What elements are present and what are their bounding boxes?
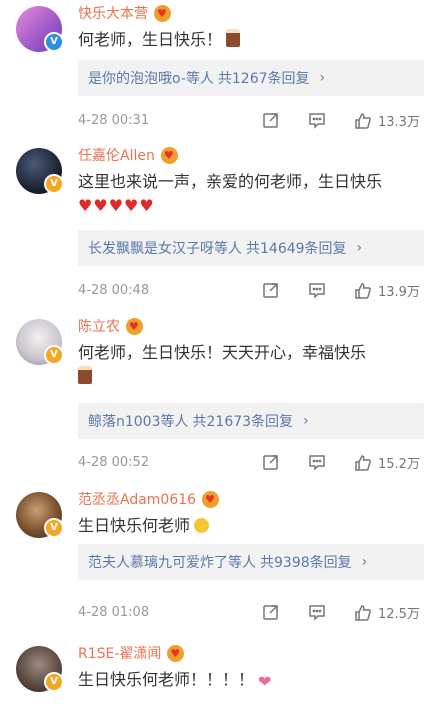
forward-icon[interactable] [262,603,280,621]
like-count: 15.2万 [378,457,420,472]
comment-feed: V 快乐大本营 何老师，生日快乐！ 是你的泡泡哦o-等人 共1267条回复 › … [0,0,440,708]
username-row: 范丞丞Adam0616 [78,488,220,510]
vip-crown-icon [167,644,185,662]
like-icon [354,454,372,472]
comment-text: 生日快乐何老师 [78,514,418,538]
chevron-right-icon: › [356,240,363,256]
comment-body: 何老师，生日快乐！ [78,30,223,49]
reply-summary[interactable]: 长发飘飘是女汉子呀等人 共14649条回复 › [78,230,424,266]
comment-item: V 范丞丞Adam0616 生日快乐何老师 范夫人慕璃九可爱炸了等人 共9398… [0,486,440,650]
verified-badge-icon: V [44,345,64,365]
comment-icon[interactable] [308,281,326,299]
like-count: 13.9万 [378,285,420,300]
verified-badge-icon: V [44,32,64,52]
username-row: R1SE-翟潇闻 [78,642,185,664]
comment-item: V R1SE-翟潇闻 生日快乐何老师！！！！❤ [0,640,440,712]
comment-icon[interactable] [308,603,326,621]
avatar[interactable]: V [16,646,64,692]
username[interactable]: 快乐大本营 [78,3,148,23]
chevron-right-icon: › [319,70,326,86]
reply-count: 共9398条回复 [260,555,352,571]
reply-summary[interactable]: 鲸落n1003等人 共21673条回复 › [78,403,424,439]
avatar[interactable]: V [16,319,64,365]
reply-count: 共21673条回复 [192,414,294,430]
vip-crown-icon [160,146,178,164]
forward-icon[interactable] [262,111,280,129]
comment-icon[interactable] [308,453,326,471]
vip-crown-icon [126,317,143,335]
vip-crown-icon [154,4,171,22]
comment-item: V 任嘉伦Allen 这里也来说一声，亲爱的何老师，生日快乐 ♥♥♥♥♥ 长发飘… [0,142,440,306]
comment-item: V 陈立农 何老师，生日快乐！天天开心，幸福快乐 鲸落n1003等人 共2167… [0,313,440,477]
heart-emoji: ❤ [258,672,272,691]
forward-icon[interactable] [262,281,280,299]
forward-icon[interactable] [262,453,280,471]
comment-meta: 4-28 01:08 12.5万 [78,602,424,623]
reply-summary[interactable]: 范夫人慕璃九可爱炸了等人 共9398条回复 › [78,544,424,580]
avatar[interactable]: V [16,148,64,194]
chevron-right-icon: › [361,554,368,570]
heart-emoji: ♥♥♥♥♥ [78,196,155,215]
laugh-emoji [194,518,210,533]
chevron-right-icon: › [303,413,309,429]
like-button[interactable]: 13.3万 [354,111,424,130]
reply-users: 是你的泡泡哦o-等人 [88,71,214,87]
username[interactable]: 范丞丞Adam0616 [78,489,196,509]
comment-meta: 4-28 00:48 13.9万 [78,280,424,301]
verified-badge-icon: V [44,672,64,692]
reply-users: 鲸落n1003等人 [88,414,189,430]
like-count: 12.5万 [378,607,420,622]
comment-item: V 快乐大本营 何老师，生日快乐！ 是你的泡泡哦o-等人 共1267条回复 › … [0,0,440,164]
comment-text: 这里也来说一声，亲爱的何老师，生日快乐 ♥♥♥♥♥ [78,170,418,218]
like-icon [354,282,372,300]
username-row: 任嘉伦Allen [78,144,178,166]
reply-count: 共1267条回复 [217,71,310,87]
verified-badge-icon: V [44,518,64,538]
username-row: 陈立农 [78,315,143,337]
vip-crown-icon [202,490,220,508]
reply-users: 长发飘飘是女汉子呀等人 [88,241,242,257]
avatar[interactable]: V [16,6,64,52]
comment-meta: 4-28 00:31 13.3万 [78,110,424,131]
comment-meta: 4-28 00:52 15.2万 [78,452,424,473]
comment-body: 生日快乐何老师！！！！ [78,670,255,689]
like-button[interactable]: 12.5万 [354,603,424,622]
cake-emoji [78,366,92,384]
like-icon [354,112,372,130]
comment-text: 生日快乐何老师！！！！ ❤ [78,668,418,694]
reply-users: 范夫人慕璃九可爱炸了等人 [88,555,256,571]
cake-emoji [226,29,241,47]
comment-body: 这里也来说一声，亲爱的何老师，生日快乐 [78,172,383,191]
comment-icon[interactable] [308,111,326,129]
verified-badge-icon: V [44,174,64,194]
username[interactable]: 任嘉伦Allen [78,145,155,165]
like-button[interactable]: 15.2万 [354,453,424,472]
username[interactable]: R1SE-翟潇闻 [78,643,161,663]
username[interactable]: 陈立农 [78,316,120,336]
avatar[interactable]: V [16,492,64,538]
like-button[interactable]: 13.9万 [354,281,424,300]
comment-body: 生日快乐何老师 [78,516,191,535]
reply-count: 共14649条回复 [246,241,347,257]
like-count: 13.3万 [378,115,420,130]
reply-summary[interactable]: 是你的泡泡哦o-等人 共1267条回复 › [78,60,424,96]
comment-text: 何老师，生日快乐！天天开心，幸福快乐 [78,341,418,389]
comment-body: 何老师，生日快乐！天天开心，幸福快乐 [78,343,367,362]
like-icon [354,604,372,622]
comment-text: 何老师，生日快乐！ [78,28,418,52]
username-row: 快乐大本营 [78,2,171,24]
